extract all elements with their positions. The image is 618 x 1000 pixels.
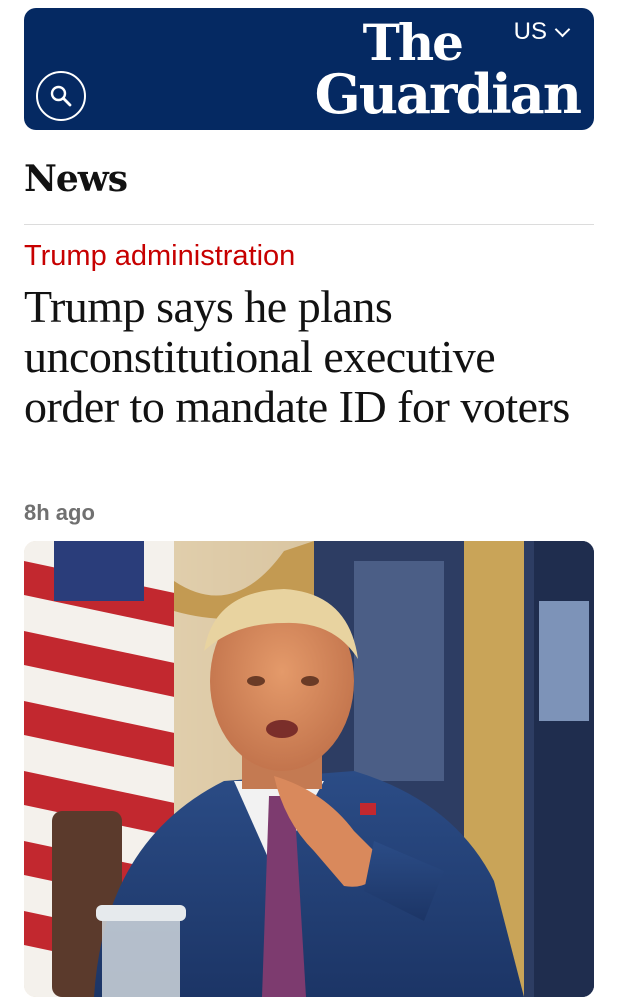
- divider: [24, 224, 594, 225]
- section-title: News: [24, 158, 128, 200]
- search-button[interactable]: [36, 71, 86, 121]
- guardian-logo[interactable]: The Guardian: [314, 13, 582, 126]
- masthead: US The Guardian: [24, 8, 594, 130]
- search-icon: [50, 85, 72, 107]
- logo-line-2: Guardian: [314, 62, 582, 126]
- article-kicker[interactable]: Trump administration: [24, 240, 295, 273]
- logo-line-1: The: [362, 13, 464, 72]
- article-image[interactable]: [24, 541, 594, 997]
- article-timestamp: 8h ago: [24, 500, 95, 525]
- article-headline[interactable]: Trump says he plans unconstitutional exe…: [24, 282, 594, 432]
